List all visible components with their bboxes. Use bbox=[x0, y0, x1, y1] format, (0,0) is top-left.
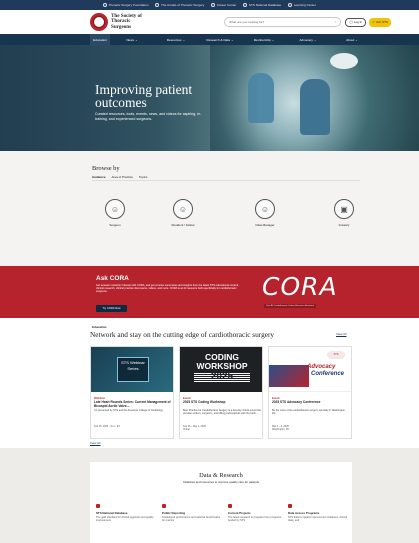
nav-item-research[interactable]: Research & Data ⌄ bbox=[198, 34, 242, 45]
chevron-down-icon: ⌄ bbox=[355, 37, 358, 42]
database-icon bbox=[96, 504, 100, 508]
view-all-link[interactable]: View All bbox=[336, 332, 346, 336]
nav-item-news[interactable]: News ⌄ bbox=[110, 34, 154, 45]
education-card[interactable]: STS Webinar Series Webinar Late Heart Ro… bbox=[90, 346, 174, 439]
chevron-down-icon: ⌄ bbox=[313, 37, 317, 42]
chevron-down-icon: ⌄ bbox=[135, 37, 138, 42]
topbar-link-foundation[interactable]: Thoracic Surgery Foundation bbox=[103, 3, 148, 7]
cora-wordmark: CORA bbox=[262, 272, 338, 301]
conference-text: Conference bbox=[311, 371, 345, 377]
card-description: Co-presented by STS and the American Col… bbox=[94, 409, 164, 412]
sts-seal-icon bbox=[90, 13, 108, 31]
industry-icon: ▣ bbox=[334, 199, 354, 219]
tab-divider bbox=[92, 180, 360, 181]
research-panel: Data & Research Initiatives and resource… bbox=[90, 462, 352, 543]
research-title: Data & Research bbox=[199, 472, 243, 479]
login-button[interactable]: ◯ Log In bbox=[345, 17, 367, 27]
education-eyebrow: Education bbox=[92, 325, 107, 329]
coding-workshop-year: 2025 bbox=[194, 372, 250, 382]
hero-subtitle: Curated resources, tools, events, news, … bbox=[95, 112, 202, 121]
capitol-graphic bbox=[269, 365, 309, 387]
briefcase-icon bbox=[211, 3, 216, 7]
nav-item-advocacy[interactable]: Advocacy ⌄ bbox=[286, 34, 330, 45]
education-title: Network and stay on the cutting edge of … bbox=[90, 330, 275, 339]
user-icon: ◯ bbox=[349, 20, 353, 24]
chart-icon bbox=[162, 504, 166, 508]
topbar-link-annals[interactable]: The Annals of Thoracic Surgery bbox=[155, 3, 204, 7]
advocacy-text: Advocacy bbox=[307, 364, 336, 370]
audience-industry[interactable]: ▣ Industry bbox=[324, 199, 364, 227]
education-card[interactable]: CODING WORKSHOP 2025 Event 2025 STS Codi… bbox=[179, 346, 263, 439]
chevron-down-icon: ⌄ bbox=[271, 37, 275, 42]
hero-title: Improving patient outcomes bbox=[95, 82, 193, 110]
journal-icon bbox=[155, 3, 160, 7]
data-manager-icon: ☺ bbox=[255, 199, 275, 219]
cora-title: Ask CORA bbox=[96, 275, 129, 282]
logo[interactable]: The Society of Thoracic Surgeons bbox=[90, 13, 151, 31]
card-meta: Feb 26 – Mar 1, 2025 Virtual bbox=[183, 425, 261, 431]
chevron-down-icon: ⌄ bbox=[230, 37, 234, 42]
education-card[interactable]: STS Advocacy Conference Event 2025 STS A… bbox=[268, 346, 352, 439]
resident-icon: ☺ bbox=[173, 199, 193, 219]
card-location: Virtual bbox=[183, 428, 190, 432]
research-item[interactable]: Current Projects The latest research in p… bbox=[228, 504, 288, 522]
card-description: Be the voice of the cardiothoracic surge… bbox=[272, 409, 346, 416]
research-item[interactable]: STS National Database The gold standard f… bbox=[96, 504, 156, 522]
card-location: Washington, DC bbox=[272, 428, 290, 432]
org-name: The Society of Thoracic Surgeons bbox=[111, 13, 142, 30]
browse-section: Browse by Audience Area of Practice Topi… bbox=[0, 151, 419, 266]
research-item[interactable]: Data Access Programs STS data for quality… bbox=[288, 504, 348, 522]
card-image: STS Webinar Series bbox=[91, 347, 173, 392]
nav-item-about[interactable]: About ⌄ bbox=[330, 34, 374, 45]
main-nav: Education News ⌄ Resources ⌄ Research & Da… bbox=[0, 34, 419, 45]
foundation-icon bbox=[103, 3, 108, 7]
audience-data-manager[interactable]: ☺ Data Manager bbox=[245, 199, 285, 227]
hero-banner: Improving patient outcomes Curated resou… bbox=[0, 45, 419, 151]
card-title: Late Heart Rounds Series: Current Manage… bbox=[94, 400, 171, 408]
nav-item-membership[interactable]: Membership ⌄ bbox=[242, 34, 286, 45]
cora-promo: Ask CORA Get answers instantly! Interact… bbox=[0, 266, 419, 318]
utility-bar: Thoracic Surgery Foundation The Annals o… bbox=[0, 0, 419, 10]
coding-workshop-text: CODING WORKSHOP bbox=[196, 352, 248, 371]
view-all-link-bottom[interactable]: View All bbox=[90, 441, 100, 445]
database-icon bbox=[243, 3, 248, 7]
research-item[interactable]: Public Reporting Institutional performanc… bbox=[162, 504, 222, 522]
surgeon-figure-shape bbox=[300, 79, 330, 135]
topbar-link-database[interactable]: STS National Database bbox=[243, 3, 281, 7]
nav-item-education[interactable]: Education bbox=[90, 34, 110, 45]
browse-title: Browse by bbox=[92, 165, 120, 172]
card-title: 2025 STS Coding Workshop bbox=[183, 400, 226, 404]
card-title: 2025 STS Advocacy Conference bbox=[272, 400, 321, 404]
audience-resident[interactable]: ☺ Resident / Fellow bbox=[163, 199, 203, 227]
card-description: Best Practice for Cardiothoracic Surgery… bbox=[183, 409, 261, 416]
search-input[interactable]: What are you looking for? ⌕ bbox=[224, 17, 342, 27]
surgical-lamp-shape bbox=[330, 53, 358, 69]
card-image: CODING WORKSHOP 2025 bbox=[180, 347, 262, 392]
sts-badge: STS bbox=[327, 351, 345, 359]
key-icon bbox=[288, 504, 292, 508]
research-section: Data & Research Initiatives and resource… bbox=[0, 448, 419, 543]
card-image: STS Advocacy Conference bbox=[269, 347, 351, 392]
research-subtitle: Initiatives and resources to improve qua… bbox=[182, 480, 260, 484]
topbar-link-learning[interactable]: Learning Center bbox=[288, 3, 316, 7]
join-button[interactable]: ☆ Join STS bbox=[369, 17, 391, 27]
surgeon-icon: ☺ bbox=[105, 199, 125, 219]
learning-icon bbox=[288, 3, 293, 7]
search-icon[interactable]: ⌕ bbox=[335, 20, 337, 24]
webinar-series-badge: STS Webinar Series bbox=[117, 357, 149, 382]
chevron-down-icon: ⌄ bbox=[182, 37, 186, 42]
audience-surgeon[interactable]: ☺ Surgeon bbox=[95, 199, 135, 227]
topbar-link-career[interactable]: Career Center bbox=[211, 3, 236, 7]
star-icon: ☆ bbox=[372, 20, 375, 24]
site-header: The Society of Thoracic Surgeons What ar… bbox=[0, 10, 419, 34]
document-icon bbox=[228, 504, 232, 508]
education-section: Education Network and stay on the cuttin… bbox=[0, 318, 419, 448]
cora-tagline: Your AI Cardiothoracic Online Resource A… bbox=[264, 304, 316, 308]
card-meta: Mar 3 – 4, 2025 Washington, DC bbox=[272, 425, 350, 431]
cora-body: Get answers instantly! Interact with COR… bbox=[96, 284, 239, 294]
card-date: Feb 25, 2025 · 7p.m. ET bbox=[94, 425, 120, 428]
try-cora-button[interactable]: Try CORA Now bbox=[96, 305, 127, 312]
nav-item-resources[interactable]: Resources ⌄ bbox=[154, 34, 198, 45]
